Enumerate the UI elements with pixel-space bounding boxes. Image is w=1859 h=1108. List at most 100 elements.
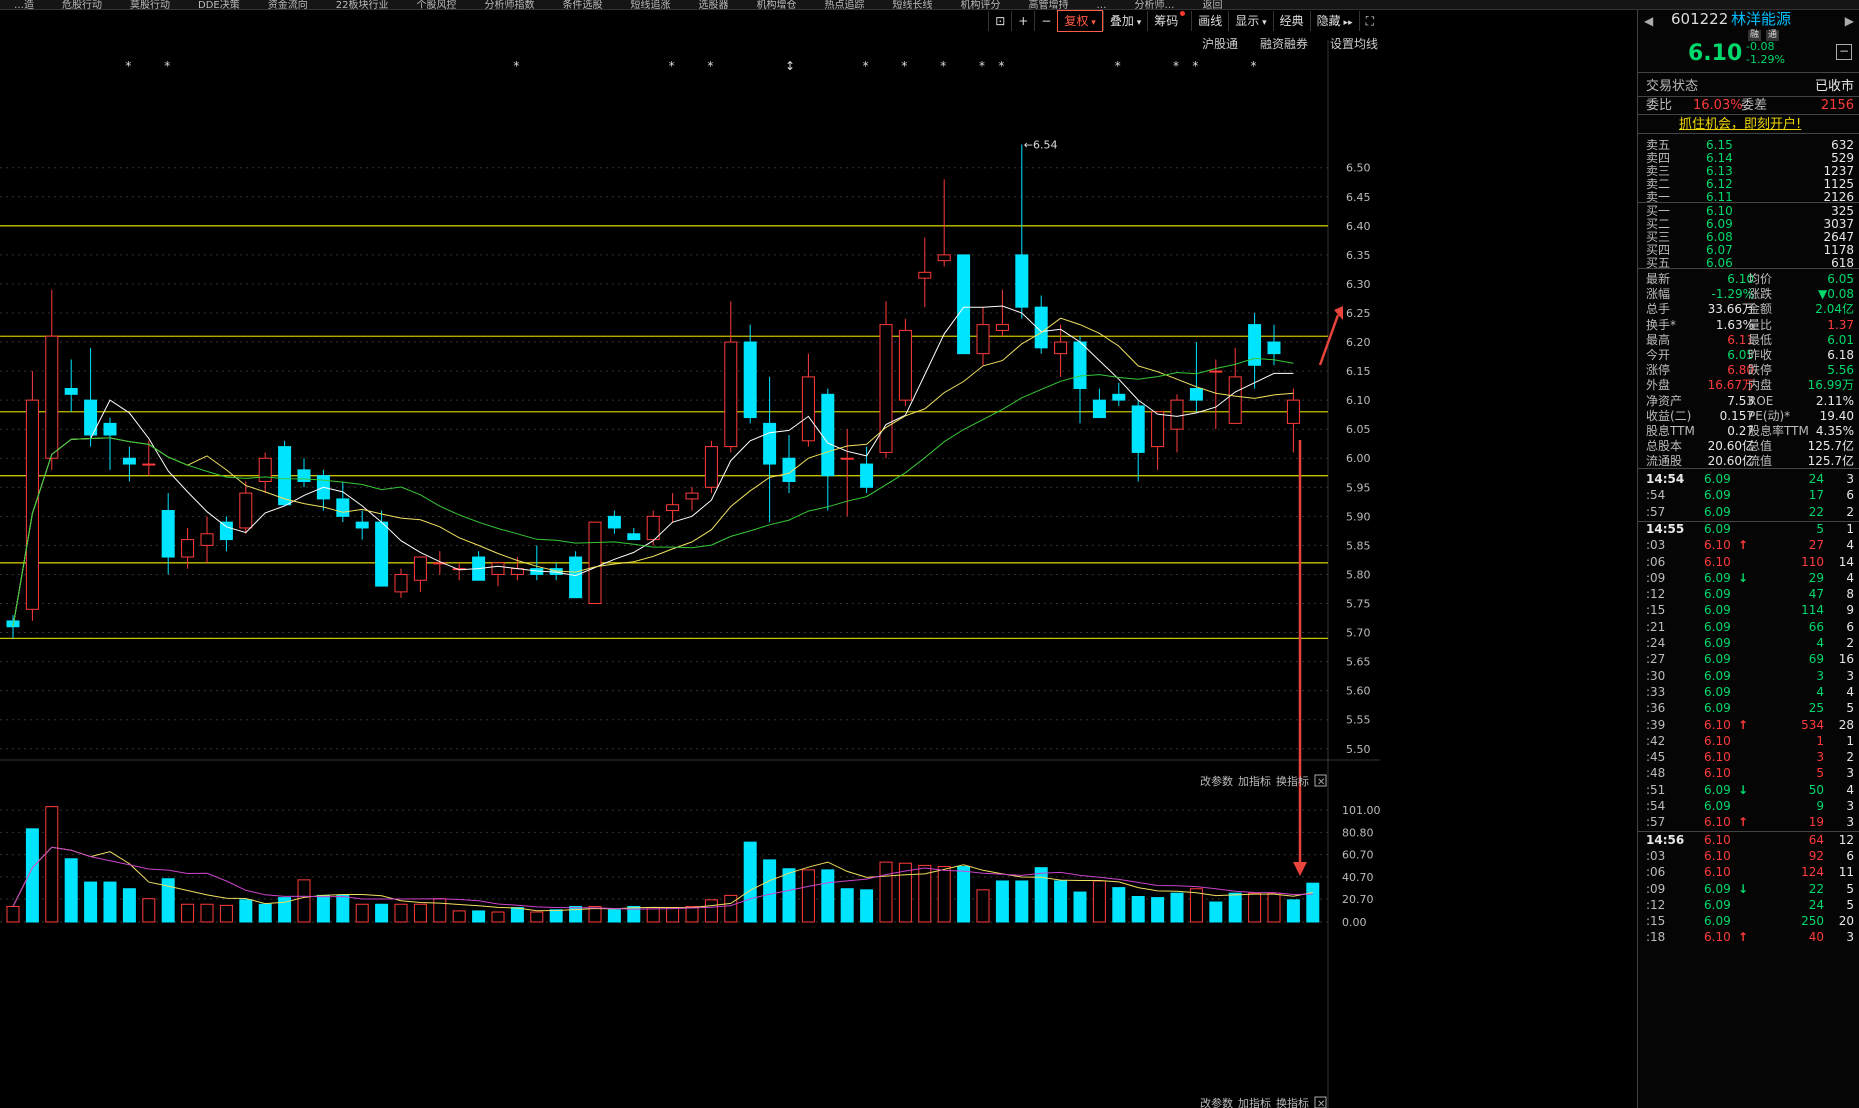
candle-body[interactable] [1131, 405, 1145, 453]
volume-bar[interactable] [122, 888, 136, 923]
top-menu-item[interactable]: 22板块行业 [336, 1, 389, 10]
volume-bar[interactable] [200, 903, 214, 923]
top-menu-item[interactable]: 热点追踪 [824, 1, 864, 10]
event-marker[interactable]: * [863, 59, 869, 73]
toolbar-jingdian-button[interactable]: 经典 [1272, 11, 1310, 31]
event-marker[interactable]: * [901, 59, 907, 73]
candle-body[interactable] [976, 324, 990, 355]
top-menu-item[interactable]: DDE决策 [198, 1, 240, 10]
top-menu-item[interactable]: 短线追涨 [630, 1, 670, 10]
candle-body[interactable] [355, 521, 369, 529]
indicator-control[interactable]: 加指标 [1238, 774, 1271, 788]
event-marker[interactable]: * [164, 59, 170, 73]
top-menu-item[interactable]: 返回 [1202, 1, 1222, 10]
candle-body[interactable] [239, 492, 253, 529]
event-marker[interactable]: * [707, 59, 713, 73]
volume-bar[interactable] [45, 806, 59, 923]
volume-bar[interactable] [258, 903, 272, 923]
volume-bar[interactable] [549, 909, 563, 923]
lock-icon[interactable]: ⊡ [988, 11, 1011, 31]
candle-body[interactable] [957, 254, 971, 355]
volume-bar[interactable] [840, 888, 854, 923]
candle-body[interactable] [840, 457, 854, 460]
top-menu-item[interactable]: 个股风控 [416, 1, 456, 10]
volume-bar[interactable] [316, 894, 330, 923]
volume-bar[interactable] [569, 905, 583, 923]
indicator-control[interactable]: 加指标 [1238, 1096, 1271, 1108]
event-marker[interactable]: * [940, 59, 946, 73]
volume-bar[interactable] [433, 898, 447, 923]
candle-body[interactable] [1267, 341, 1281, 355]
stock-name[interactable]: 林洋能源 [1731, 12, 1791, 27]
candle-body[interactable] [278, 446, 292, 506]
candle-body[interactable] [161, 510, 175, 558]
volume-bar[interactable] [6, 905, 20, 923]
candle-body[interactable] [394, 573, 408, 593]
event-marker[interactable]: * [125, 59, 131, 73]
volume-bar[interactable] [860, 889, 874, 923]
candlestick-chart[interactable]: 6.50 6.45 6.40 6.35 6.30 6.25 6.20 6.15 6.10 6.05… [0, 10, 1380, 1108]
candle-body[interactable] [1073, 341, 1087, 390]
back-arrow-icon[interactable]: ◀ [1644, 14, 1653, 29]
candle-body[interactable] [685, 492, 699, 500]
top-menu-item[interactable]: …造 [14, 1, 34, 10]
volume-bar[interactable] [1286, 899, 1300, 923]
event-marker[interactable]: * [1251, 59, 1257, 73]
subbar-item[interactable]: 融资融券 [1260, 35, 1308, 52]
event-marker[interactable]: * [1173, 59, 1179, 73]
candle-body[interactable] [1189, 388, 1203, 401]
volume-bar[interactable] [510, 907, 524, 923]
volume-bar[interactable] [1209, 901, 1223, 923]
top-menu-item[interactable]: 分析师… [1134, 1, 1174, 10]
event-marker[interactable]: * [979, 59, 985, 73]
volume-bar[interactable] [704, 899, 718, 923]
volume-bar[interactable] [1228, 892, 1242, 923]
candle-body[interactable] [879, 324, 893, 453]
candle-body[interactable] [491, 562, 505, 575]
event-marker[interactable]: * [998, 59, 1004, 73]
candle-body[interactable] [1112, 393, 1126, 401]
volume-bar[interactable] [297, 879, 311, 923]
event-marker[interactable]: * [1115, 59, 1121, 73]
volume-bar[interactable] [1015, 880, 1029, 923]
candle-body[interactable] [375, 521, 389, 587]
top-menu-item[interactable]: 资金流向 [268, 1, 308, 10]
top-menu-item[interactable]: 机构评分 [960, 1, 1000, 10]
volume-bar[interactable] [394, 903, 408, 923]
volume-bar[interactable] [1054, 880, 1068, 923]
candle-body[interactable] [995, 324, 1009, 331]
volume-bar[interactable] [1151, 897, 1165, 923]
volume-bar[interactable] [64, 858, 78, 923]
candle-body[interactable] [45, 335, 59, 459]
volume-bar[interactable] [491, 911, 505, 923]
candle-body[interactable] [898, 329, 912, 401]
candle-body[interactable] [142, 463, 156, 466]
volume-bar[interactable] [666, 907, 680, 923]
volume-bar[interactable] [239, 899, 253, 923]
volume-bar[interactable] [1170, 892, 1184, 923]
candle-body[interactable] [666, 504, 680, 512]
volume-bar[interactable] [1131, 895, 1145, 923]
volume-bar[interactable] [821, 869, 835, 923]
volume-bar[interactable] [879, 861, 893, 923]
top-menu-item[interactable]: 莫股行动 [130, 1, 170, 10]
toolbar-huaxian-button[interactable]: 画线 [1191, 11, 1228, 31]
volume-bar[interactable] [375, 903, 389, 923]
volume-bar[interactable] [452, 910, 466, 923]
volume-bar[interactable] [336, 894, 350, 923]
volume-bar[interactable] [763, 859, 777, 923]
volume-bar[interactable] [724, 894, 738, 923]
volume-bar[interactable] [181, 903, 195, 923]
toolbar-fuquan-button[interactable]: 复权 ▾ [1057, 10, 1103, 32]
candle-body[interactable] [1228, 376, 1242, 424]
volume-bar[interactable] [685, 905, 699, 923]
candle-body[interactable] [588, 521, 602, 604]
volume-bar[interactable] [976, 889, 990, 923]
top-menu-item[interactable]: 条件选股 [562, 1, 602, 10]
volume-bar[interactable] [103, 881, 117, 923]
candle-body[interactable] [25, 399, 39, 610]
candle-body[interactable] [801, 376, 815, 442]
candle-body[interactable] [336, 498, 350, 517]
subbar-item[interactable]: 沪股通 [1202, 35, 1238, 52]
top-menu-item[interactable]: 高管增持 [1028, 1, 1068, 10]
